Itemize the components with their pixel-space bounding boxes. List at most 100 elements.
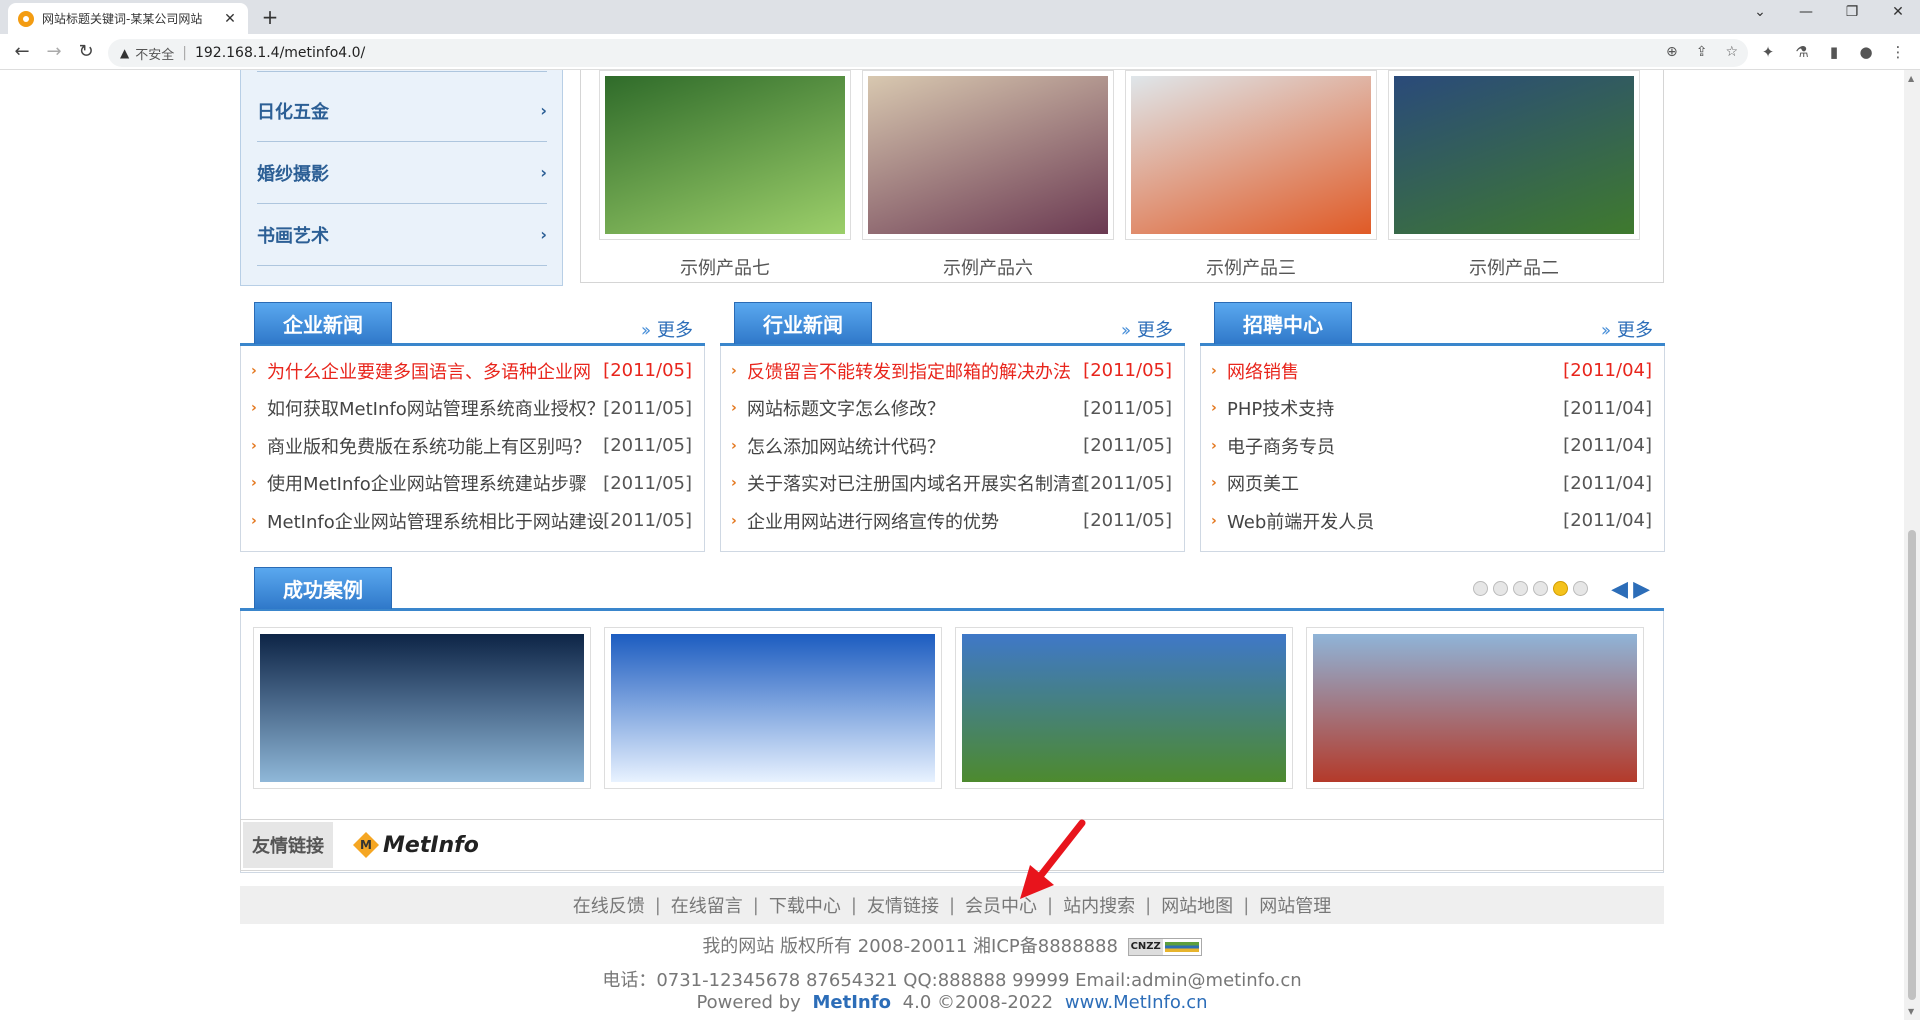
product-card[interactable]: 示例产品六 (862, 70, 1114, 280)
news-item-title[interactable]: 关于落实对已注册国内域名开展实名制清查 (747, 470, 1083, 496)
news-item-title[interactable]: 为什么企业要建多国语言、多语种企业网 (267, 358, 603, 384)
close-window-icon[interactable]: ✕ (1878, 4, 1918, 20)
menu-kebab-icon[interactable]: ⋮ (1888, 43, 1908, 61)
case-image[interactable] (253, 627, 591, 789)
news-item-title[interactable]: 网页美工 (1227, 470, 1563, 496)
product-name[interactable]: 示例产品二 (1388, 254, 1640, 280)
browser-tab[interactable]: 网站标题关键词-某某公司网站 ✕ (8, 3, 248, 34)
url-text[interactable]: 192.168.1.4/metinfo4.0/ (195, 45, 365, 61)
category-item-1[interactable]: 日化五金 › (257, 80, 547, 142)
carousel-dot[interactable] (1553, 581, 1568, 596)
case-image[interactable] (1306, 627, 1644, 789)
product-image[interactable] (1125, 70, 1377, 240)
product-card[interactable]: 示例产品三 (1125, 70, 1377, 280)
news-item[interactable]: › 商业版和免费版在系统功能上有区别吗？ [2011/05] (241, 427, 704, 465)
product-card[interactable]: 示例产品七 (599, 70, 851, 280)
carousel-dot[interactable] (1493, 581, 1508, 596)
more-link[interactable]: ›› 更多 (1121, 316, 1173, 342)
powered-brand-link[interactable]: MetInfo (813, 992, 891, 1013)
footer-nav-link[interactable]: 友情链接 (867, 892, 939, 918)
profile-avatar-icon[interactable]: ● (1856, 43, 1876, 61)
news-title[interactable]: 企业新闻 (254, 302, 392, 344)
carousel-dot[interactable] (1533, 581, 1548, 596)
news-item[interactable]: › 电子商务专员 [2011/04] (1201, 427, 1664, 465)
product-image[interactable] (599, 70, 851, 240)
news-item[interactable]: › 使用MetInfo企业网站管理系统建站步骤 [2011/05] (241, 465, 704, 503)
news-item[interactable]: › 为什么企业要建多国语言、多语种企业网 [2011/05] (241, 352, 704, 390)
carousel-prev-icon[interactable]: ◀ (1611, 577, 1628, 602)
news-column-company: 企业新闻 ›› 更多 › 为什么企业要建多国语言、多语种企业网 [2011/05… (240, 302, 705, 552)
close-tab-icon[interactable]: ✕ (222, 11, 238, 27)
tab-search-icon[interactable]: ⌄ (1740, 4, 1780, 20)
news-item-title[interactable]: Web前端开发人员 (1227, 508, 1563, 534)
sidepanel-icon[interactable]: ▮ (1824, 43, 1844, 61)
page-scrollbar[interactable]: ▲ ▼ (1904, 70, 1920, 1020)
product-name[interactable]: 示例产品六 (862, 254, 1114, 280)
news-item[interactable]: › 怎么添加网站统计代码？ [2011/05] (721, 427, 1184, 465)
news-item[interactable]: › 企业用网站进行网络宣传的优势 [2011/05] (721, 502, 1184, 540)
footer-nav-link[interactable]: 在线反馈 (573, 892, 645, 918)
lab-icon[interactable]: ⚗ (1792, 43, 1812, 61)
category-menu: 日化五金 › 婚纱摄影 › 书画艺术 › (240, 70, 563, 286)
more-link[interactable]: ›› 更多 (1601, 316, 1653, 342)
news-item[interactable]: › 网页美工 [2011/04] (1201, 465, 1664, 503)
news-title[interactable]: 行业新闻 (734, 302, 872, 344)
news-item-title[interactable]: 企业用网站进行网络宣传的优势 (747, 508, 1083, 534)
news-item[interactable]: › 反馈留言不能转发到指定邮箱的解决办法 [2011/05] (721, 352, 1184, 390)
cnzz-badge[interactable]: CNZZ (1127, 938, 1202, 956)
carousel-dot[interactable] (1573, 581, 1588, 596)
news-title[interactable]: 招聘中心 (1214, 302, 1352, 344)
news-item-title[interactable]: MetInfo企业网站管理系统相比于网站建设公 (267, 508, 603, 534)
reload-icon[interactable]: ↻ (74, 40, 98, 64)
more-link[interactable]: ›› 更多 (641, 316, 693, 342)
news-item-title[interactable]: 商业版和免费版在系统功能上有区别吗？ (267, 433, 603, 459)
scroll-down-icon[interactable]: ▼ (1908, 1007, 1914, 1016)
news-item[interactable]: › MetInfo企业网站管理系统相比于网站建设公 [2011/05] (241, 502, 704, 540)
carousel-dot[interactable] (1473, 581, 1488, 596)
restore-icon[interactable]: ❐ (1832, 4, 1872, 20)
product-name[interactable]: 示例产品三 (1125, 254, 1377, 280)
news-item[interactable]: › 关于落实对已注册国内域名开展实名制清查 [2011/05] (721, 465, 1184, 503)
news-item-title[interactable]: 怎么添加网站统计代码？ (747, 433, 1083, 459)
minimize-icon[interactable]: — (1786, 4, 1826, 20)
scroll-up-icon[interactable]: ▲ (1908, 74, 1914, 83)
product-name[interactable]: 示例产品七 (599, 254, 851, 280)
news-item[interactable]: › Web前端开发人员 [2011/04] (1201, 502, 1664, 540)
extensions-icon[interactable]: ✦ (1758, 43, 1778, 61)
category-item-3[interactable]: 书画艺术 › (257, 204, 547, 266)
metinfo-logo-link[interactable]: M MetInfo (353, 832, 479, 858)
news-item-title[interactable]: PHP技术支持 (1227, 395, 1563, 421)
back-icon[interactable]: ← (10, 40, 34, 64)
news-item-title[interactable]: 网站标题文字怎么修改？ (747, 395, 1083, 421)
zoom-icon[interactable]: ⊕ (1666, 44, 1678, 60)
footer-nav-link[interactable]: 下载中心 (769, 892, 841, 918)
address-bar[interactable]: ▲ 不安全 | 192.168.1.4/metinfo4.0/ ⊕ ⇪ ☆ (108, 39, 1748, 67)
footer-nav-link[interactable]: 网站管理 (1259, 892, 1331, 918)
case-image[interactable] (955, 627, 1293, 789)
bookmark-star-icon[interactable]: ☆ (1725, 44, 1738, 60)
product-image[interactable] (1388, 70, 1640, 240)
powered-site-link[interactable]: www.MetInfo.cn (1065, 992, 1208, 1013)
news-item-title[interactable]: 电子商务专员 (1227, 433, 1563, 459)
news-item-title[interactable]: 使用MetInfo企业网站管理系统建站步骤 (267, 470, 603, 496)
news-item[interactable]: › PHP技术支持 [2011/04] (1201, 390, 1664, 428)
new-tab-icon[interactable]: + (258, 5, 282, 29)
forward-icon[interactable]: → (42, 40, 66, 64)
news-item-title[interactable]: 反馈留言不能转发到指定邮箱的解决办法 (747, 358, 1083, 384)
product-card[interactable]: 示例产品二 (1388, 70, 1640, 280)
news-item[interactable]: › 如何获取MetInfo网站管理系统商业授权？ [2011/05] (241, 390, 704, 428)
footer-nav-link[interactable]: 网站地图 (1161, 892, 1233, 918)
category-item-2[interactable]: 婚纱摄影 › (257, 142, 547, 204)
share-icon[interactable]: ⇪ (1696, 44, 1708, 60)
case-image[interactable] (604, 627, 942, 789)
carousel-next-icon[interactable]: ▶ (1633, 577, 1650, 602)
news-item-title[interactable]: 如何获取MetInfo网站管理系统商业授权？ (267, 395, 603, 421)
footer-nav-link[interactable]: 在线留言 (671, 892, 743, 918)
news-item-title[interactable]: 网络销售 (1227, 358, 1563, 384)
scroll-thumb[interactable] (1908, 530, 1916, 1000)
news-item[interactable]: › 网络销售 [2011/04] (1201, 352, 1664, 390)
product-image[interactable] (862, 70, 1114, 240)
carousel-dot[interactable] (1513, 581, 1528, 596)
news-item-date: [2011/05] (1083, 435, 1172, 457)
news-item[interactable]: › 网站标题文字怎么修改？ [2011/05] (721, 390, 1184, 428)
